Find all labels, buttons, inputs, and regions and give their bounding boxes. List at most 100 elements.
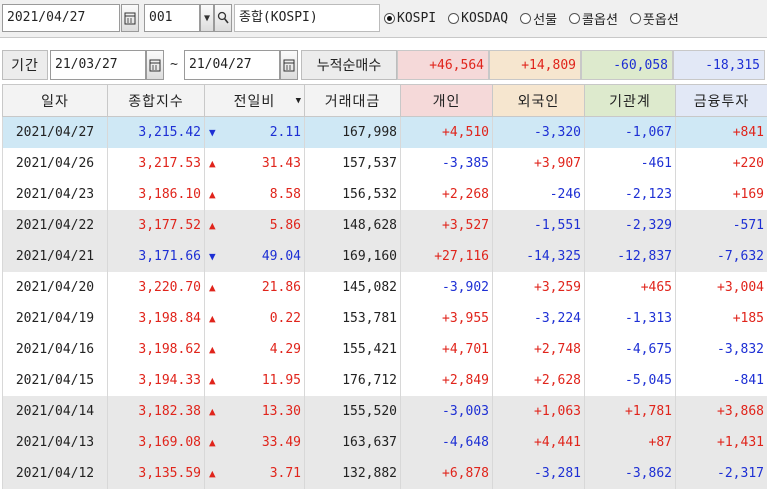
cell-volume: 145,082 (304, 271, 401, 303)
calendar-icon (124, 12, 136, 25)
cell-foreign: +3,259 (492, 271, 585, 303)
calendar-icon (283, 59, 295, 72)
market-radio-group: KOSPI KOSDAQ 선물 콜옵션 풋옵션 (384, 4, 691, 32)
cell-financial: +220 (675, 147, 767, 179)
chevron-down-icon: ▼ (203, 12, 211, 24)
radio-put-option[interactable]: 풋옵션 (629, 9, 679, 28)
cell-individual: +3,955 (400, 302, 493, 334)
table-row[interactable]: 2021/04/12 3,135.59 ▲ 3.71 132,882 +6,878 -3,2… (2, 457, 767, 489)
cell-change: ▲ 0.22 (204, 302, 305, 334)
change-value: 31.43 (261, 155, 301, 171)
sum-financial: -18,315 (673, 50, 765, 80)
cell-volume: 153,781 (304, 302, 401, 334)
cell-financial: -841 (675, 364, 767, 396)
period-from-input[interactable]: 21/03/27 (50, 50, 146, 80)
period-to-input[interactable]: 21/04/27 (184, 50, 280, 80)
sort-dropdown-icon[interactable]: ▼ (296, 96, 302, 106)
code-input[interactable]: 001 (144, 4, 200, 32)
radio-kospi[interactable]: KOSPI (384, 11, 436, 26)
cell-individual: -3,902 (400, 271, 493, 303)
date-input[interactable]: 2021/04/27 (2, 4, 120, 32)
cell-volume: 163,637 (304, 426, 401, 458)
header-index[interactable]: 종합지수 (107, 84, 205, 117)
header-individual[interactable]: 개인 (400, 84, 493, 117)
cell-change: ▲ 5.86 (204, 209, 305, 241)
change-value: 21.86 (261, 279, 301, 295)
cell-volume: 132,882 (304, 457, 401, 489)
change-value: 2.11 (269, 124, 301, 140)
table-row[interactable]: 2021/04/26 3,217.53 ▲ 31.43 157,537 -3,385 +3,… (2, 147, 767, 179)
cell-individual: +2,268 (400, 178, 493, 210)
search-button[interactable] (214, 4, 232, 32)
cell-individual: +4,701 (400, 333, 493, 365)
change-value: 13.30 (261, 403, 301, 419)
table-body: 2021/04/27 3,215.42 ▼ 2.11 167,998 +4,510 -3,3… (2, 116, 767, 489)
cell-date: 2021/04/26 (2, 147, 108, 179)
header-institution[interactable]: 기관계 (584, 84, 676, 117)
change-value: 8.58 (269, 186, 301, 202)
radio-indicator (448, 12, 460, 24)
table-row[interactable]: 2021/04/16 3,198.62 ▲ 4.29 155,421 +4,701 +2,7… (2, 333, 767, 365)
cell-volume: 169,160 (304, 240, 401, 272)
sum-foreign: +14,809 (489, 50, 581, 80)
radio-call-option[interactable]: 콜옵션 (569, 9, 618, 28)
change-value: 49.04 (261, 248, 301, 264)
cell-institution: -3,862 (584, 457, 676, 489)
header-financial[interactable]: 금융투자 (675, 84, 767, 117)
cell-index: 3,182.38 (107, 395, 205, 427)
period-bar: 기간 21/03/27 ~ 21/04/27 누적순매수 +46,564 +14… (0, 44, 767, 84)
code-dropdown-button[interactable]: ▼ (200, 4, 214, 32)
header-volume[interactable]: 거래대금 (304, 84, 401, 117)
cell-date: 2021/04/16 (2, 333, 108, 365)
period-from-calendar-button[interactable] (146, 50, 164, 80)
cell-date: 2021/04/23 (2, 178, 108, 210)
cell-date: 2021/04/22 (2, 209, 108, 241)
change-value: 4.29 (269, 341, 301, 357)
cell-financial: -7,632 (675, 240, 767, 272)
cell-financial: -3,832 (675, 333, 767, 365)
cell-institution: -4,675 (584, 333, 676, 365)
header-foreign[interactable]: 외국인 (492, 84, 585, 117)
cell-financial: +841 (675, 116, 767, 148)
cell-volume: 155,421 (304, 333, 401, 365)
cell-date: 2021/04/12 (2, 457, 108, 489)
cell-change: ▲ 31.43 (204, 147, 305, 179)
cell-institution: -1,067 (584, 116, 676, 148)
cell-index: 3,198.84 (107, 302, 205, 334)
cell-financial: +185 (675, 302, 767, 334)
radio-futures[interactable]: 선물 (520, 9, 557, 28)
header-change[interactable]: 전일비 ▼ (204, 84, 305, 117)
cell-index: 3,171.66 (107, 240, 205, 272)
cell-date: 2021/04/20 (2, 271, 108, 303)
radio-kosdaq[interactable]: KOSDAQ (448, 11, 508, 26)
cell-index: 3,215.42 (107, 116, 205, 148)
cell-change: ▲ 13.30 (204, 395, 305, 427)
radio-indicator (520, 12, 532, 24)
cell-foreign: -3,320 (492, 116, 585, 148)
cell-institution: -2,123 (584, 178, 676, 210)
header-date[interactable]: 일자 (2, 84, 108, 117)
table-row[interactable]: 2021/04/14 3,182.38 ▲ 13.30 155,520 -3,003 +1,… (2, 395, 767, 427)
table-row[interactable]: 2021/04/20 3,220.70 ▲ 21.86 145,082 -3,902 +3,… (2, 271, 767, 303)
cell-volume: 156,532 (304, 178, 401, 210)
cell-change: ▲ 4.29 (204, 333, 305, 365)
table-row[interactable]: 2021/04/13 3,169.08 ▲ 33.49 163,637 -4,648 +4,… (2, 426, 767, 458)
cell-institution: -2,329 (584, 209, 676, 241)
cell-individual: -4,648 (400, 426, 493, 458)
table-row[interactable]: 2021/04/27 3,215.42 ▼ 2.11 167,998 +4,510 -3,3… (2, 116, 767, 148)
up-triangle-icon: ▲ (209, 218, 216, 232)
cell-institution: -5,045 (584, 364, 676, 396)
cell-index: 3,177.52 (107, 209, 205, 241)
cell-date: 2021/04/21 (2, 240, 108, 272)
cell-financial: -571 (675, 209, 767, 241)
calendar-button[interactable] (121, 4, 139, 32)
table-row[interactable]: 2021/04/15 3,194.33 ▲ 11.95 176,712 +2,849 +2,… (2, 364, 767, 396)
table-row[interactable]: 2021/04/22 3,177.52 ▲ 5.86 148,628 +3,527 -1,5… (2, 209, 767, 241)
table-row[interactable]: 2021/04/23 3,186.10 ▲ 8.58 156,532 +2,268 -246… (2, 178, 767, 210)
table-row[interactable]: 2021/04/19 3,198.84 ▲ 0.22 153,781 +3,955 -3,2… (2, 302, 767, 334)
cell-index: 3,186.10 (107, 178, 205, 210)
cell-volume: 176,712 (304, 364, 401, 396)
period-to-calendar-button[interactable] (280, 50, 298, 80)
table-row[interactable]: 2021/04/21 3,171.66 ▼ 49.04 169,160 +27,116 -1… (2, 240, 767, 272)
change-value: 33.49 (261, 434, 301, 450)
